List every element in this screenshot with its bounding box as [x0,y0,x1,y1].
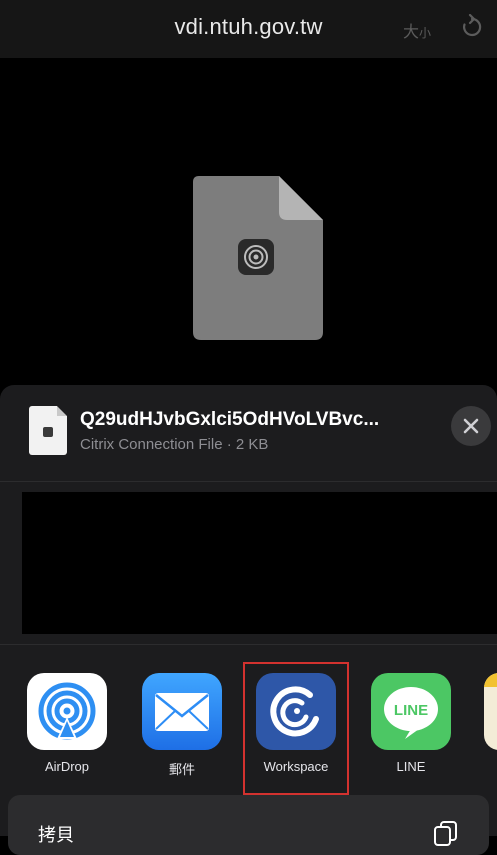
svg-text:LINE: LINE [394,702,428,719]
share-sheet: Q29udHJvbGxlci5OdHVoLVBvc... Citrix Conn… [0,385,497,855]
file-type: Citrix Connection File [80,436,223,453]
text-size-button[interactable]: 大小 [403,18,431,42]
line-icon: LINE [371,673,451,750]
divider [0,644,497,645]
share-app-airdrop[interactable]: AirDrop [27,673,107,774]
file-size: 2 KB [235,436,269,453]
text-size-big-label: 大 [403,24,420,41]
meta-separator: · [222,436,236,453]
share-app-label: AirDrop [44,759,90,774]
citrix-document-icon [193,176,323,340]
copy-action[interactable]: 拷貝 [8,795,489,855]
close-icon [463,418,479,434]
mail-icon [142,673,222,750]
file-thumbnail-icon [29,406,67,455]
airdrop-icon [27,673,107,750]
divider [0,481,497,482]
file-meta: Citrix Connection File · 2 KB [80,436,268,453]
file-name: Q29udHJvbGxlci5OdHVoLVBvc... [80,409,380,430]
copy-action-label: 拷貝 [38,825,74,845]
text-size-small-label: 小 [419,26,432,40]
share-sheet-header: Q29udHJvbGxlci5OdHVoLVBvc... Citrix Conn… [0,385,497,481]
share-apps-row: AirDrop 郵件 Workspace LINE LINE [0,661,497,795]
share-app-label: LINE [396,759,426,774]
share-app-line[interactable]: LINE LINE [371,673,451,774]
reload-icon[interactable] [461,14,483,38]
file-preview-area [0,58,497,388]
suggestions-row [22,492,497,634]
notes-app-icon[interactable] [484,673,497,750]
browser-toolbar: vdi.ntuh.gov.tw 大小 [0,0,497,58]
copy-icon [434,821,457,846]
share-app-mail[interactable]: 郵件 [142,673,222,778]
close-button[interactable] [451,406,491,446]
share-app-label: 郵件 [168,762,195,777]
workspace-highlight-box [243,662,349,795]
